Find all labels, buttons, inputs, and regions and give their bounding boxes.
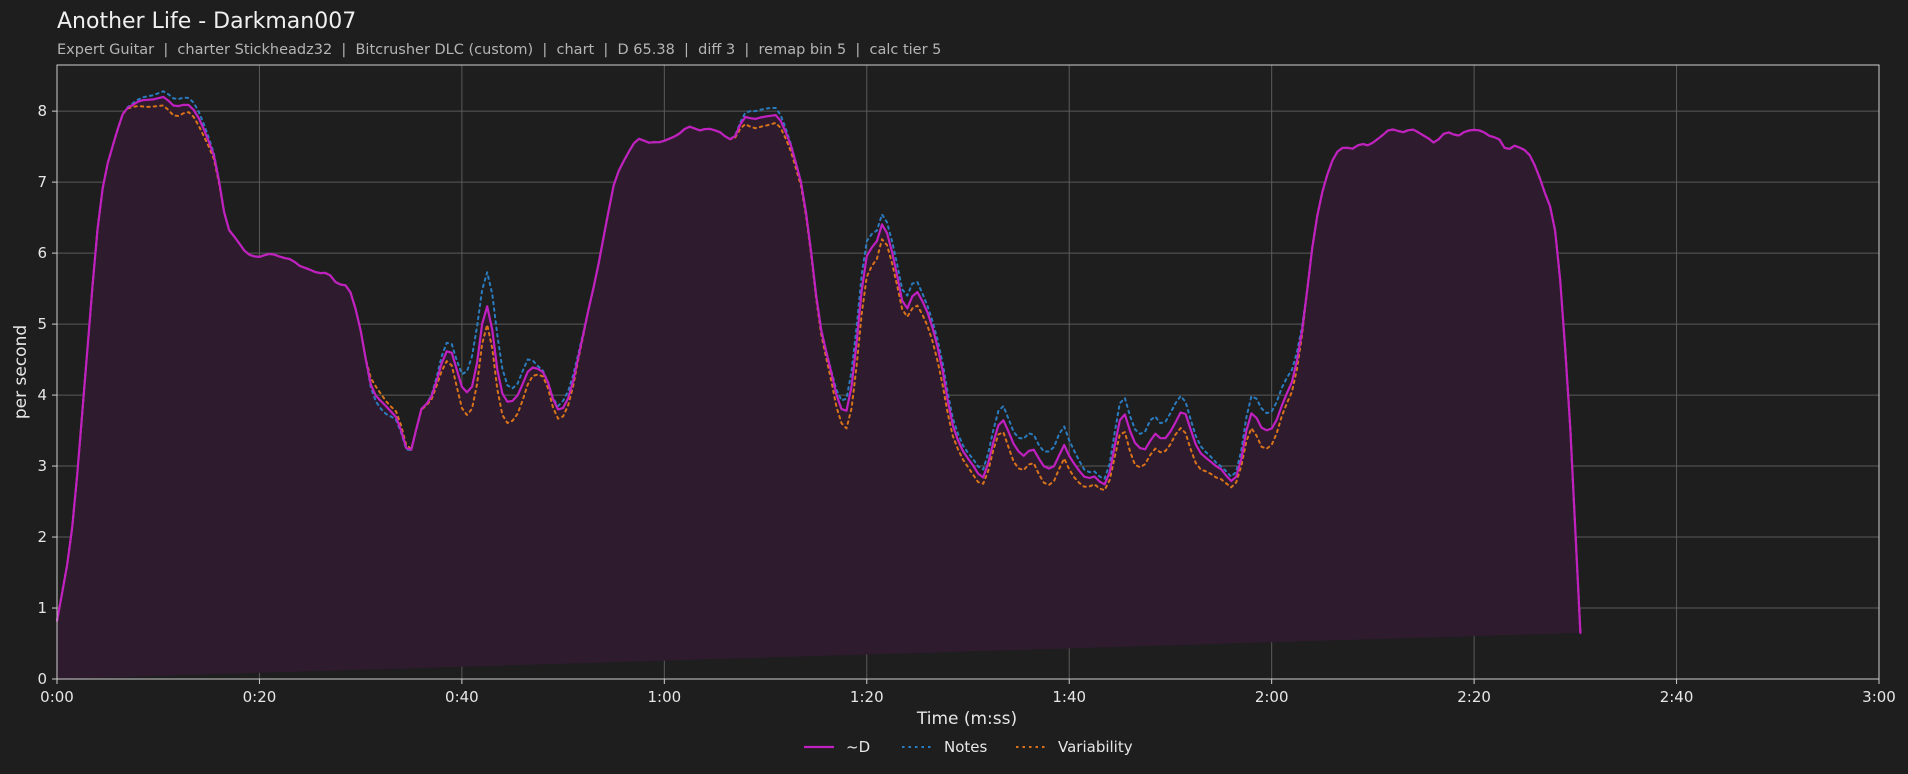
x-tick-label: 0:40 [445,688,479,706]
y-axis-ticks: 0 1 2 3 4 5 6 7 8 [37,102,57,688]
legend-label: Variability [1058,738,1133,756]
d-area-fill [57,96,1581,679]
x-tick-label: 2:20 [1457,688,1491,706]
y-tick-label: 7 [37,173,47,191]
chart: Another Life - Darkman007 Expert Guitar … [11,9,1896,756]
legend: ~D Notes Variability [804,738,1133,756]
legend-label: Notes [944,738,988,756]
x-axis-ticks: 0:00 0:20 0:40 1:00 1:20 1:40 2:00 2:20 2:40 3:00 [40,679,1896,706]
x-tick-label: 0:00 [40,688,74,706]
y-tick-label: 6 [37,244,47,262]
y-axis-label: per second [11,325,31,419]
y-tick-label: 1 [37,599,47,617]
y-tick-label: 3 [37,457,47,475]
x-tick-label: 0:20 [243,688,277,706]
x-tick-label: 3:00 [1862,688,1896,706]
x-tick-label: 1:40 [1052,688,1086,706]
chart-subtitle: Expert Guitar | charter Stickheadz32 | B… [57,42,941,58]
y-tick-label: 8 [37,102,47,120]
x-axis-label: Time (m:ss) [916,709,1017,729]
y-tick-label: 2 [37,528,47,546]
y-tick-label: 4 [37,386,47,404]
x-tick-label: 1:00 [647,688,681,706]
x-tick-label: 2:00 [1255,688,1289,706]
y-tick-label: 0 [37,670,47,688]
x-tick-label: 2:40 [1660,688,1694,706]
chart-title: Another Life - Darkman007 [57,9,356,34]
y-tick-label: 5 [37,315,47,333]
area-fill [57,96,1581,679]
x-tick-label: 1:20 [850,688,884,706]
legend-label: ~D [846,738,870,756]
